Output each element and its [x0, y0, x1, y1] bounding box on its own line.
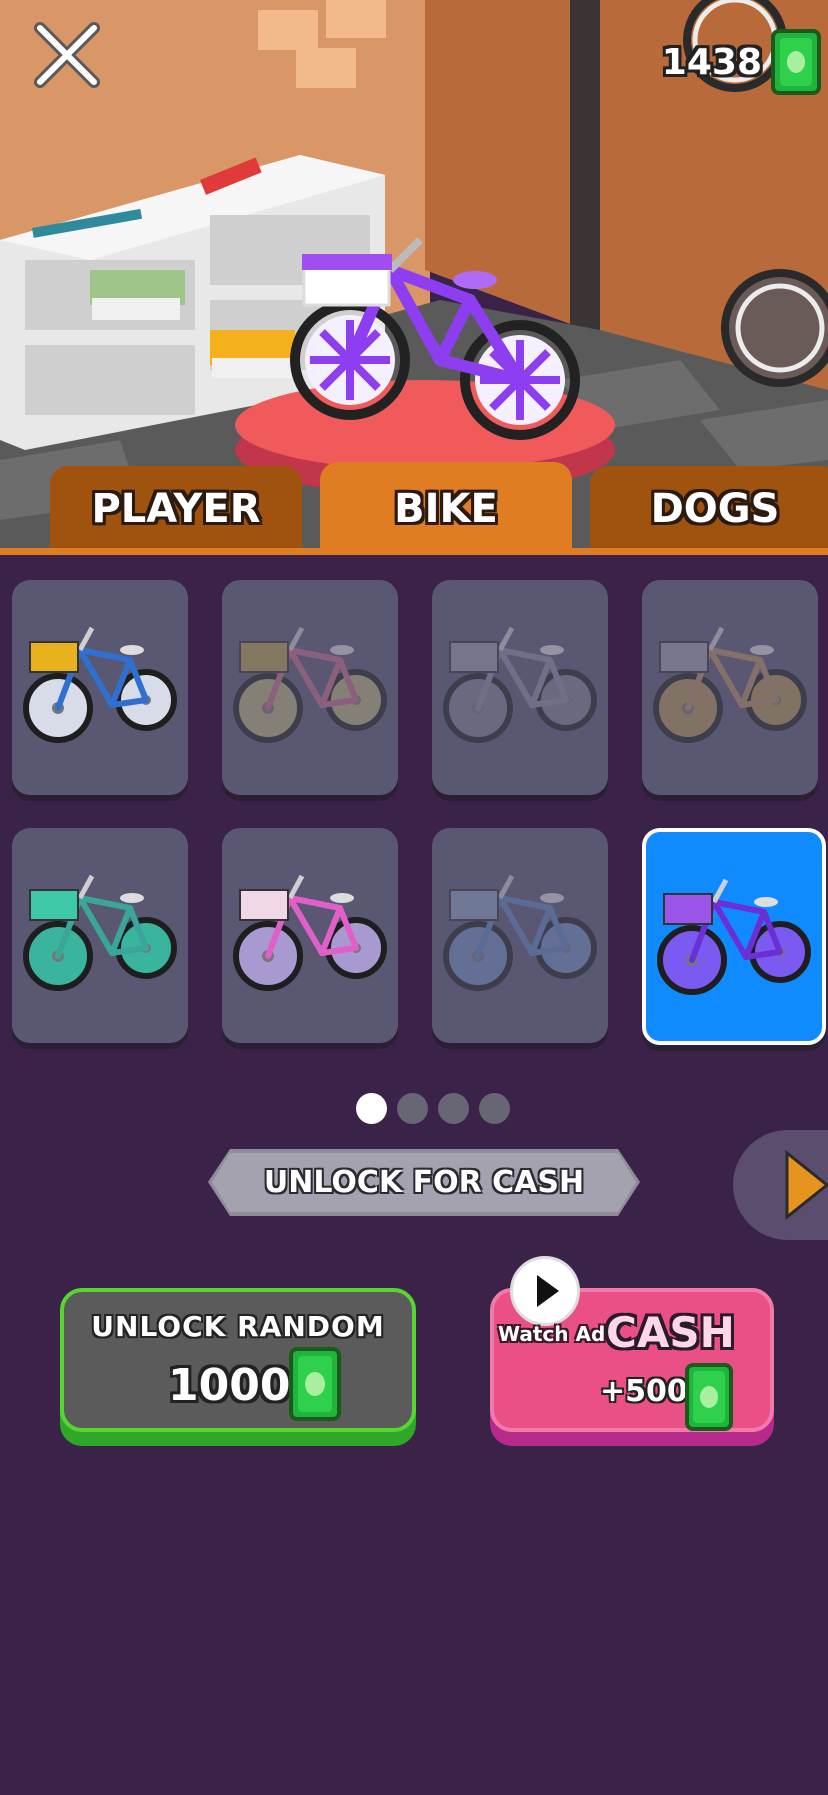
cash-title: CASH	[606, 1308, 735, 1357]
bike-icon	[233, 874, 387, 991]
bike-card[interactable]	[432, 828, 608, 1043]
play-arrow-icon	[785, 1149, 828, 1221]
bike-card[interactable]	[642, 828, 826, 1045]
bike-card[interactable]	[432, 580, 608, 795]
page-dot-1[interactable]	[356, 1093, 387, 1124]
tab-dogs[interactable]: DOGS	[590, 466, 828, 551]
bike-card[interactable]	[222, 828, 398, 1043]
bike-icon	[657, 878, 811, 995]
cash-display: 1438	[662, 22, 828, 102]
cash-bill-icon	[685, 1363, 733, 1431]
tab-bike-label: BIKE	[394, 485, 498, 532]
unlock-random-button[interactable]: UNLOCK RANDOM 1000	[60, 1288, 416, 1446]
close-button[interactable]	[30, 18, 104, 92]
unlock-for-cash-banner: UNLOCK FOR CASH	[208, 1149, 640, 1216]
close-icon	[34, 22, 100, 88]
unlock-random-price: 1000	[168, 1360, 291, 1411]
bike-icon	[653, 626, 807, 743]
cash-reward: +500	[600, 1374, 688, 1409]
bike-card[interactable]	[222, 580, 398, 795]
cash-amount: 1438	[661, 41, 762, 83]
pagination-dots	[356, 1093, 510, 1124]
tab-player[interactable]: PLAYER	[50, 466, 302, 551]
page-dot-2[interactable]	[397, 1093, 428, 1124]
next-page-button[interactable]	[733, 1130, 828, 1240]
watch-ad-cash-button[interactable]: Watch Ad CASH +500	[490, 1256, 774, 1446]
unlock-random-label: UNLOCK RANDOM	[91, 1310, 385, 1343]
bike-icon	[443, 626, 597, 743]
watch-ad-label: Watch Ad	[498, 1322, 606, 1346]
garage-scene: 1438 PLAYER BIKE DOGS	[0, 0, 828, 555]
unlock-for-cash-label: UNLOCK FOR CASH	[263, 1165, 585, 1200]
page-dot-4[interactable]	[479, 1093, 510, 1124]
bike-card[interactable]	[12, 828, 188, 1043]
tab-dogs-label: DOGS	[650, 485, 780, 532]
category-tabs: PLAYER BIKE DOGS	[0, 462, 828, 555]
tab-strip	[0, 548, 828, 555]
bike-icon	[23, 626, 177, 743]
bike-icon	[23, 874, 177, 991]
cash-bill-icon	[771, 29, 821, 95]
bike-card[interactable]	[642, 580, 818, 795]
tab-bike[interactable]: BIKE	[320, 462, 572, 555]
cash-bill-icon	[289, 1347, 341, 1421]
play-icon	[510, 1256, 580, 1326]
tab-player-label: PLAYER	[91, 485, 261, 532]
page-dot-3[interactable]	[438, 1093, 469, 1124]
bike-card[interactable]	[12, 580, 188, 795]
bike-icon	[443, 874, 597, 991]
bike-icon	[233, 626, 387, 743]
